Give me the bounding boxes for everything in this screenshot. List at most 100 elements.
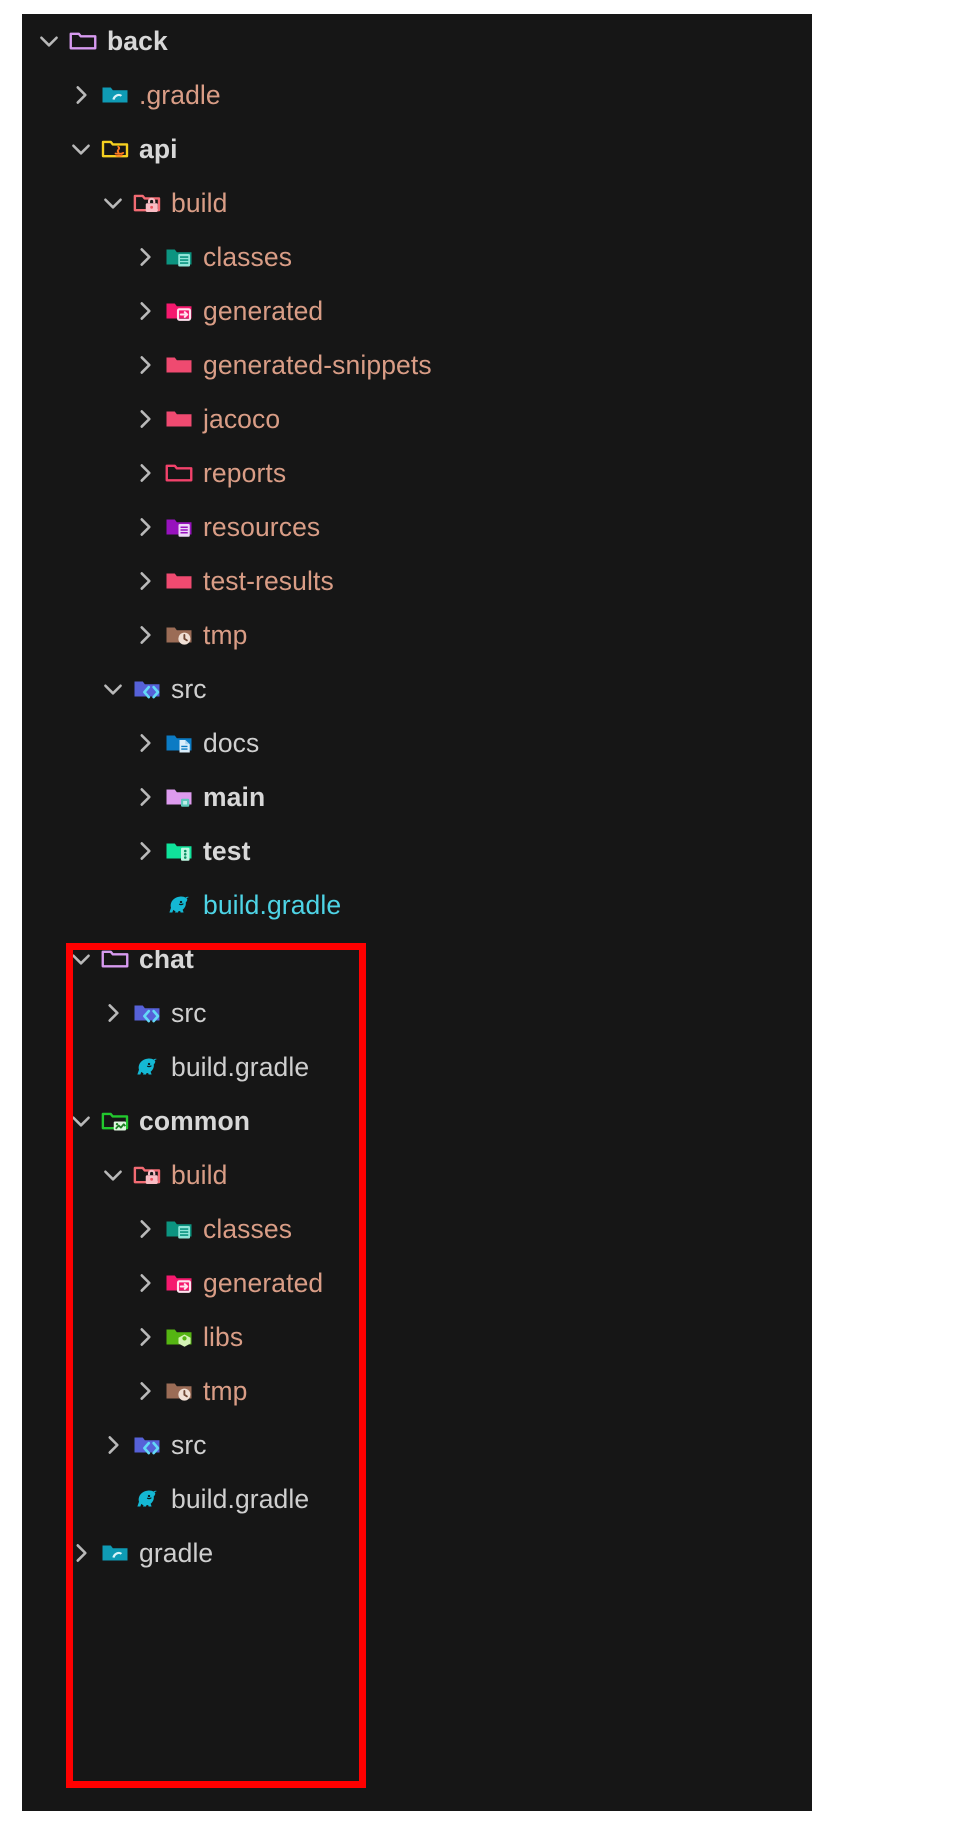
tree-row-label: build.gradle [171,1051,310,1082]
tree-row[interactable]: chat [22,932,812,986]
tree-row-label: generated-snippets [203,349,432,380]
tree-row[interactable]: reports [22,446,812,500]
tree-row[interactable]: generated-snippets [22,338,812,392]
folder-gradle-teal-icon [100,80,130,110]
tree-row-label: classes [203,241,293,272]
tree-row[interactable]: src [22,986,812,1040]
folder-outline-violet-icon [68,26,98,56]
tree-row-label: api [139,133,178,164]
tree-row[interactable]: docs [22,716,812,770]
tree-row[interactable]: tmp [22,1364,812,1418]
tree-row-label: jacoco [203,403,281,434]
folder-classes-teal-icon [164,1214,194,1244]
tree-row[interactable]: build.gradle [22,1040,812,1094]
chevron-down-icon[interactable] [68,136,94,162]
tree-row[interactable]: src [22,1418,812,1472]
tree-row-label: build [171,1159,228,1190]
chevron-right-icon[interactable] [132,352,158,378]
tree-row-label: gradle [139,1537,214,1568]
folder-common-green-icon [100,1106,130,1136]
tree-row[interactable]: libs [22,1310,812,1364]
chevron-right-icon[interactable] [132,784,158,810]
folder-generated-pink-icon [164,296,194,326]
chevron-right-icon[interactable] [68,1540,94,1566]
file-tree-panel[interactable]: back .gradle api build classes generated gener… [22,14,812,1811]
tree-row-label: libs [203,1321,244,1352]
tree-row-label: build [171,187,228,218]
tree-row[interactable]: test-results [22,554,812,608]
tree-row-label: tmp [203,619,248,650]
chevron-right-icon[interactable] [132,244,158,270]
tree-row[interactable]: common [22,1094,812,1148]
tree-row[interactable]: .gradle [22,68,812,122]
folder-gradle-teal-icon [100,1538,130,1568]
chevron-right-icon[interactable] [132,1324,158,1350]
chevron-right-icon[interactable] [132,514,158,540]
tree-row[interactable]: src [22,662,812,716]
tree-row[interactable]: classes [22,230,812,284]
chevron-right-icon[interactable] [68,82,94,108]
folder-main-violet-icon [164,782,194,812]
tree-row[interactable]: generated [22,284,812,338]
tree-row-label: generated [203,295,324,326]
chevron-right-icon[interactable] [132,730,158,756]
folder-resources-purple-icon [164,512,194,542]
tree-row-label: tmp [203,1375,248,1406]
tree-row[interactable]: resources [22,500,812,554]
chevron-right-icon[interactable] [132,838,158,864]
tree-row[interactable]: classes [22,1202,812,1256]
gradle-elephant-icon [132,1052,162,1082]
chevron-down-icon[interactable] [68,946,94,972]
tree-row[interactable]: generated [22,1256,812,1310]
folder-src-indigo-icon [132,674,162,704]
chevron-down-icon[interactable] [100,676,126,702]
tree-row-label: chat [139,943,194,974]
tree-row[interactable]: main [22,770,812,824]
chevron-right-icon[interactable] [132,406,158,432]
chevron-right-icon[interactable] [132,1216,158,1242]
chevron-right-icon[interactable] [132,1378,158,1404]
chevron-right-icon[interactable] [132,1270,158,1296]
tree-row-label: build.gradle [171,1483,310,1514]
tree-row-label: reports [203,457,287,488]
tree-row[interactable]: build [22,176,812,230]
tree-row[interactable]: tmp [22,608,812,662]
tree-row-label: build.gradle [203,889,342,920]
chevron-down-icon[interactable] [36,28,62,54]
tree-row[interactable]: gradle [22,1526,812,1580]
tree-row-label: src [171,673,207,704]
chevron-right-icon[interactable] [100,1432,126,1458]
tree-row[interactable]: test [22,824,812,878]
gradle-elephant-icon [164,890,194,920]
tree-row-label: back [107,25,168,56]
chevron-right-icon[interactable] [132,298,158,324]
chevron-down-icon[interactable] [100,1162,126,1188]
chevron-right-icon[interactable] [100,1000,126,1026]
folder-generated-pink-icon [164,1268,194,1298]
folder-build-red-icon [132,188,162,218]
tree-row-label: resources [203,511,321,542]
folder-src-indigo-icon [132,998,162,1028]
tree-row-label: common [139,1105,251,1136]
tree-row-label: test-results [203,565,334,596]
folder-outline-violet-icon [100,944,130,974]
tree-row-label: test [203,835,251,866]
folder-classes-teal-icon [164,242,194,272]
folder-plain-pink-icon [164,566,194,596]
chevron-down-icon[interactable] [100,190,126,216]
tree-row[interactable]: build [22,1148,812,1202]
tree-row[interactable]: build.gradle [22,1472,812,1526]
tree-row[interactable]: build.gradle [22,878,812,932]
tree-row[interactable]: back [22,14,812,68]
chevron-right-icon[interactable] [132,568,158,594]
chevron-right-icon[interactable] [132,460,158,486]
chevron-right-icon[interactable] [132,622,158,648]
folder-build-red-icon [132,1160,162,1190]
tree-row[interactable]: api [22,122,812,176]
chevron-down-icon[interactable] [68,1108,94,1134]
tree-row-label: classes [203,1213,293,1244]
folder-test-green-icon [164,836,194,866]
folder-java-yellow-icon [100,134,130,164]
tree-row[interactable]: jacoco [22,392,812,446]
tree-row-label: src [171,1429,207,1460]
